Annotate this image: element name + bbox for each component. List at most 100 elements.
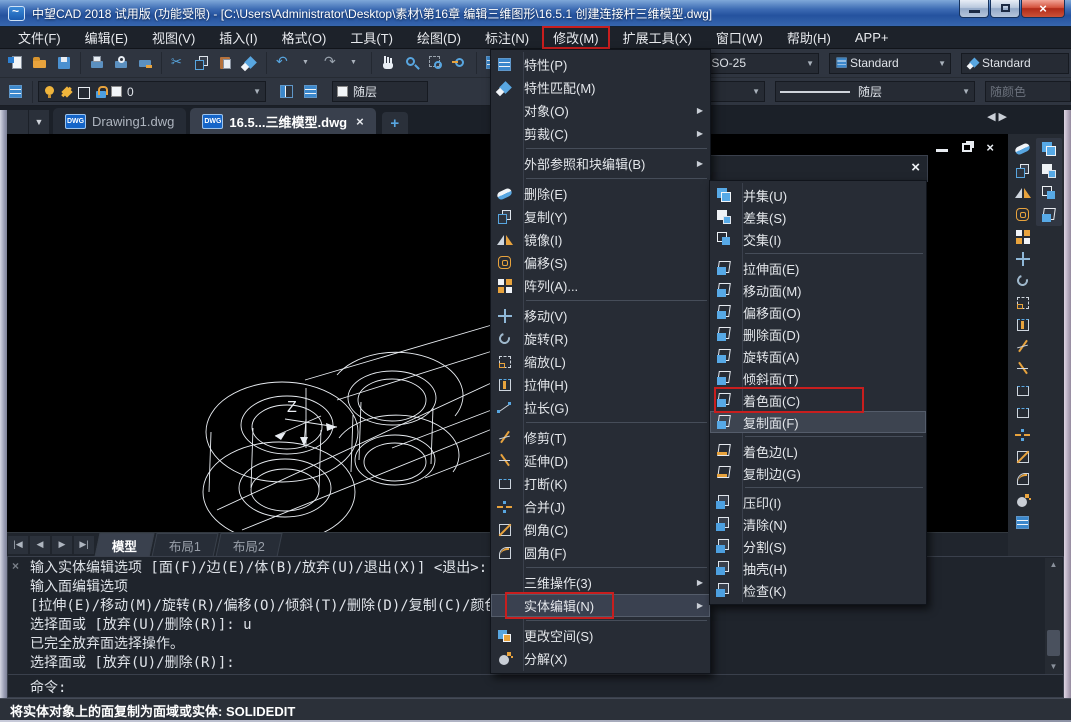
dock-scale-button[interactable]	[1011, 292, 1035, 314]
layer-previous-button[interactable]	[275, 80, 299, 104]
submenu-item-清除N[interactable]: 清除(N)	[710, 513, 926, 535]
menubar-item-2[interactable]: 视图(V)	[141, 27, 206, 48]
maximize-button[interactable]	[990, 0, 1020, 18]
dock-mirror-button[interactable]	[1011, 182, 1035, 204]
menu-item-打断K[interactable]: 打断(K)	[491, 472, 710, 495]
menu-item-圆角F[interactable]: 圆角(F)	[491, 541, 710, 564]
scrollbar-thumb[interactable]	[1047, 630, 1060, 656]
lineweight-combo[interactable]: 随颜色	[985, 81, 1071, 102]
submenu-item-并集U[interactable]: 并集(U)	[710, 184, 926, 206]
layout-nav-2[interactable]: ▶	[52, 536, 72, 554]
menubar-item-12[interactable]: APP+	[844, 29, 900, 46]
menu-item-删除E[interactable]: 删除(E)	[491, 182, 710, 205]
panel-close-icon[interactable]: ×	[911, 159, 920, 176]
layout-tab-2[interactable]: 布局2	[215, 533, 282, 557]
dock-explode-button[interactable]	[1011, 490, 1035, 512]
toolbar-new-button[interactable]	[4, 51, 28, 75]
submenu-item-检查K[interactable]: 检查(K)	[710, 579, 926, 601]
dock-extend-button[interactable]	[1011, 358, 1035, 380]
menu-item-移动V[interactable]: 移动(V)	[491, 304, 710, 327]
right-palette-strip[interactable]	[1064, 110, 1071, 698]
tab-list-dropdown[interactable]: ▼	[29, 110, 49, 134]
document-tab-1[interactable]: DWG16.5...三维模型.dwg×	[190, 108, 375, 134]
menubar-item-3[interactable]: 插入(I)	[208, 27, 268, 48]
toolbar-save-button[interactable]	[52, 51, 76, 75]
submenu-item-差集S[interactable]: 差集(S)	[710, 206, 926, 228]
scroll-down-icon[interactable]: ▼	[1045, 660, 1062, 674]
dock-fillet-button[interactable]	[1011, 468, 1035, 490]
command-input[interactable]: 命令:	[8, 674, 1063, 697]
document-tab-0[interactable]: DWGDrawing1.dwg	[53, 108, 186, 134]
menubar-item-9[interactable]: 扩展工具(X)	[612, 27, 703, 48]
tab-close-icon[interactable]: ×	[356, 114, 364, 129]
menubar-item-7[interactable]: 标注(N)	[474, 27, 540, 48]
toolbar-redo-more-button[interactable]	[343, 51, 367, 75]
dock-union-button[interactable]	[1037, 138, 1061, 160]
submenu-item-抽壳H[interactable]: 抽壳(H)	[710, 557, 926, 579]
dock-subtract-button[interactable]	[1037, 160, 1061, 182]
menu-item-合并J[interactable]: 合并(J)	[491, 495, 710, 518]
submenu-item-压印I[interactable]: 压印(I)	[710, 491, 926, 513]
dock-trim-button[interactable]	[1011, 336, 1035, 358]
minimize-button[interactable]	[959, 0, 989, 18]
doc-close-icon[interactable]: ×	[986, 140, 994, 155]
submenu-item-旋转面A[interactable]: 旋转面(A)	[710, 345, 926, 367]
menu-item-修剪T[interactable]: 修剪(T)	[491, 426, 710, 449]
toolbar-zoom-window-button[interactable]	[424, 51, 448, 75]
menu-item-阵列A[interactable]: 阵列(A)...	[491, 274, 710, 297]
menubar-item-6[interactable]: 绘图(D)	[406, 27, 472, 48]
toolbar-pan-button[interactable]	[376, 51, 400, 75]
toolbar-print-button[interactable]	[85, 51, 109, 75]
linetype-combo[interactable]: 随层 ▼	[775, 81, 975, 102]
left-palette-strip[interactable]	[0, 110, 7, 698]
layout-nav-3[interactable]: ▶|	[74, 536, 94, 554]
dock-stretch-button[interactable]	[1011, 314, 1035, 336]
layout-nav-0[interactable]: |◀	[8, 536, 28, 554]
doc-minimize-icon[interactable]	[936, 149, 948, 152]
menu-item-实体编辑N[interactable]: 实体编辑(N)▶	[491, 594, 710, 617]
submenu-item-拉伸面E[interactable]: 拉伸面(E)	[710, 257, 926, 279]
submenu-item-分割S[interactable]: 分割(S)	[710, 535, 926, 557]
menubar-item-4[interactable]: 格式(O)	[271, 27, 338, 48]
submenu-item-复制面F[interactable]: 复制面(F)	[710, 411, 926, 433]
text-style-combo[interactable]: Standard ▼	[829, 53, 951, 74]
menu-item-缩放L[interactable]: 缩放(L)	[491, 350, 710, 373]
dock-chamfer-button[interactable]	[1011, 446, 1035, 468]
toolbar-zoom-previous-button[interactable]	[448, 51, 472, 75]
dock-rotate-button[interactable]	[1011, 270, 1035, 292]
table-style-combo[interactable]: Standard	[961, 53, 1069, 74]
layer-properties-button[interactable]	[4, 80, 28, 104]
menubar-item-1[interactable]: 编辑(E)	[74, 27, 139, 48]
scroll-up-icon[interactable]: ▲	[1045, 558, 1062, 572]
menu-item-延伸D[interactable]: 延伸(D)	[491, 449, 710, 472]
dock-extrude-faces-button[interactable]	[1037, 204, 1061, 226]
toolbar-match-properties-button[interactable]	[238, 51, 262, 75]
toolbar-plot-button[interactable]	[133, 51, 157, 75]
submenu-item-偏移面O[interactable]: 偏移面(O)	[710, 301, 926, 323]
menu-item-镜像I[interactable]: 镜像(I)	[491, 228, 710, 251]
toolbar-copy-button[interactable]	[190, 51, 214, 75]
toolbar-cut-button[interactable]	[166, 51, 190, 75]
dock-edit-hatch-button[interactable]	[1011, 512, 1035, 534]
toolbar-open-button[interactable]	[28, 51, 52, 75]
dock-erase-button[interactable]	[1011, 138, 1035, 160]
layer-combo[interactable]: 0 ▼	[38, 81, 266, 102]
close-button[interactable]: ×	[1021, 0, 1065, 18]
submenu-item-着色面C[interactable]: 着色面(C)	[710, 389, 926, 411]
color-combo[interactable]: 随层	[332, 81, 428, 102]
tab-overflow-button[interactable]	[6, 110, 28, 134]
menu-item-三维操作3[interactable]: 三维操作(3)▶	[491, 571, 710, 594]
dock-break-at-point-button[interactable]	[1011, 380, 1035, 402]
layout-tab-1[interactable]: 布局1	[151, 533, 218, 557]
menu-item-拉长G[interactable]: 拉长(G)	[491, 396, 710, 419]
toolbar-print-preview-button[interactable]	[109, 51, 133, 75]
menu-item-特性匹配M[interactable]: 特性匹配(M)	[491, 76, 710, 99]
menubar-item-11[interactable]: 帮助(H)	[776, 27, 842, 48]
dim-style-combo[interactable]: ISO-25 ▼	[703, 53, 819, 74]
layout-tab-0[interactable]: 模型	[94, 533, 154, 557]
menu-item-拉伸H[interactable]: 拉伸(H)	[491, 373, 710, 396]
submenu-item-着色边L[interactable]: 着色边(L)	[710, 440, 926, 462]
toolbar-undo-button[interactable]	[271, 51, 295, 75]
menu-item-分解X[interactable]: 分解(X)	[491, 647, 710, 670]
menu-item-对象O[interactable]: 对象(O)▶	[491, 99, 710, 122]
